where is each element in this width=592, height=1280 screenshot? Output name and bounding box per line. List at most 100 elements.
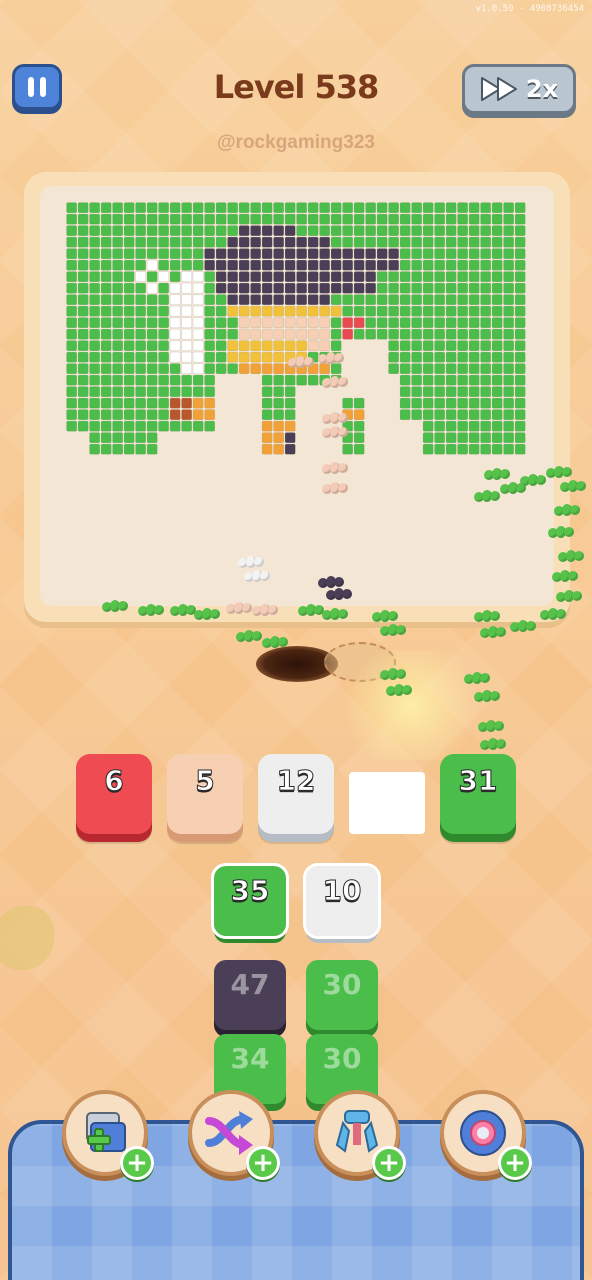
pixel-cell: [457, 202, 469, 214]
ant-body-segment: [338, 427, 348, 437]
color-slot[interactable]: 5: [167, 754, 243, 834]
username: @rockgaming323: [217, 132, 375, 153]
pixel-cell: [388, 317, 400, 328]
pixel-cell: [503, 259, 515, 271]
ant-body-segment: [516, 483, 526, 493]
pixel-cell: [192, 294, 204, 305]
pixel-cell: [514, 409, 526, 421]
pixel-cell: [468, 305, 480, 317]
pixel-cell: [445, 236, 457, 248]
pixel-cell: [307, 259, 319, 271]
magnet-claw-booster[interactable]: +: [314, 1090, 406, 1180]
ant: [288, 352, 314, 370]
pixel-cell: [273, 397, 285, 409]
pixel-cell: [284, 340, 296, 352]
pixel-cell: [434, 443, 446, 455]
pixel-cell: [445, 282, 457, 294]
pixel-cell: [227, 305, 239, 317]
pixel-cell: [158, 351, 169, 363]
pixel-cell: [399, 351, 411, 363]
pixel-cell: [250, 202, 262, 214]
pixel-cell: [169, 271, 181, 282]
pixel-cell: [514, 202, 526, 214]
pixel-cell: [376, 317, 388, 328]
pixel-cell: [135, 225, 146, 237]
tile[interactable]: 35: [211, 863, 289, 939]
pixel-cell: [353, 282, 365, 294]
pixel-cell: [284, 397, 296, 409]
pixel-cell: [422, 397, 434, 409]
pixel-cell: [169, 351, 181, 363]
ant-body-segment: [268, 605, 278, 615]
pixel-cell: [123, 363, 135, 375]
pixel-cell: [284, 420, 296, 432]
pixel-cell: [238, 202, 250, 214]
pixel-cell: [365, 271, 377, 282]
pixel-cell: [181, 420, 192, 432]
pixel-cell: [445, 386, 457, 398]
pixel-cell: [422, 363, 434, 375]
pixel-cell: [238, 363, 250, 375]
pixel-cell: [89, 248, 101, 259]
pixel-cell: [89, 363, 101, 375]
pixel-cell: [422, 443, 434, 455]
pixel-cell: [376, 305, 388, 317]
pixel-cell: [169, 420, 181, 432]
pixel-cell: [250, 282, 262, 294]
ant: [262, 632, 288, 650]
color-slot[interactable]: 12: [258, 754, 334, 834]
plus-badge-icon[interactable]: +: [372, 1146, 406, 1180]
speed-button[interactable]: 2x: [462, 64, 576, 114]
pixel-cell: [227, 340, 239, 352]
pixel-cell: [388, 202, 400, 214]
pixel-cell: [112, 248, 123, 259]
pixel-cell: [330, 259, 342, 271]
pixel-cell: [307, 374, 319, 386]
pixel-cell: [66, 202, 78, 214]
pixel-cell: [273, 236, 285, 248]
pixel-cell: [457, 432, 469, 444]
pixel-cell: [135, 351, 146, 363]
pixel-cell: [503, 432, 515, 444]
color-slot[interactable]: [349, 772, 425, 834]
pixel-cell: [146, 282, 158, 294]
pixel-cell: [434, 202, 446, 214]
shuffle-booster[interactable]: +: [188, 1090, 280, 1180]
tile: 30: [306, 960, 378, 1030]
pixel-cell: [284, 374, 296, 386]
plus-badge-icon[interactable]: +: [120, 1146, 154, 1180]
pixel-cell: [319, 225, 331, 237]
pixel-cell: [284, 305, 296, 317]
pixel-cell: [192, 305, 204, 317]
pixel-cell: [192, 271, 204, 282]
color-slot[interactable]: 6: [76, 754, 152, 834]
pixel-cell: [100, 225, 112, 237]
pixel-cell: [112, 340, 123, 352]
pixel-cell: [77, 328, 89, 340]
ant: [386, 680, 412, 698]
pixel-cell: [399, 236, 411, 248]
pixel-cell: [123, 443, 135, 455]
pixel-cell: [77, 305, 89, 317]
pixel-cell: [365, 213, 377, 225]
pixel-cell: [330, 271, 342, 282]
color-slot[interactable]: 31: [440, 754, 516, 834]
plus-badge-icon[interactable]: +: [246, 1146, 280, 1180]
pixel-cell: [227, 202, 239, 214]
pixel-cell: [100, 236, 112, 248]
pixel-cell: [330, 248, 342, 259]
plus-badge-icon[interactable]: +: [498, 1146, 532, 1180]
pixel-cell: [77, 225, 89, 237]
hint-eye-booster[interactable]: +: [440, 1090, 532, 1180]
tile[interactable]: 10: [303, 863, 381, 939]
pixel-cell: [411, 294, 423, 305]
pixel-cell: [261, 386, 273, 398]
pixel-cell: [77, 374, 89, 386]
pixel-cell: [89, 340, 101, 352]
add-box-booster[interactable]: +: [62, 1090, 154, 1180]
ant: [226, 598, 252, 616]
pixel-cell: [514, 259, 526, 271]
pixel-cell: [353, 213, 365, 225]
pixel-cell: [307, 340, 319, 352]
pixel-cell: [491, 328, 503, 340]
